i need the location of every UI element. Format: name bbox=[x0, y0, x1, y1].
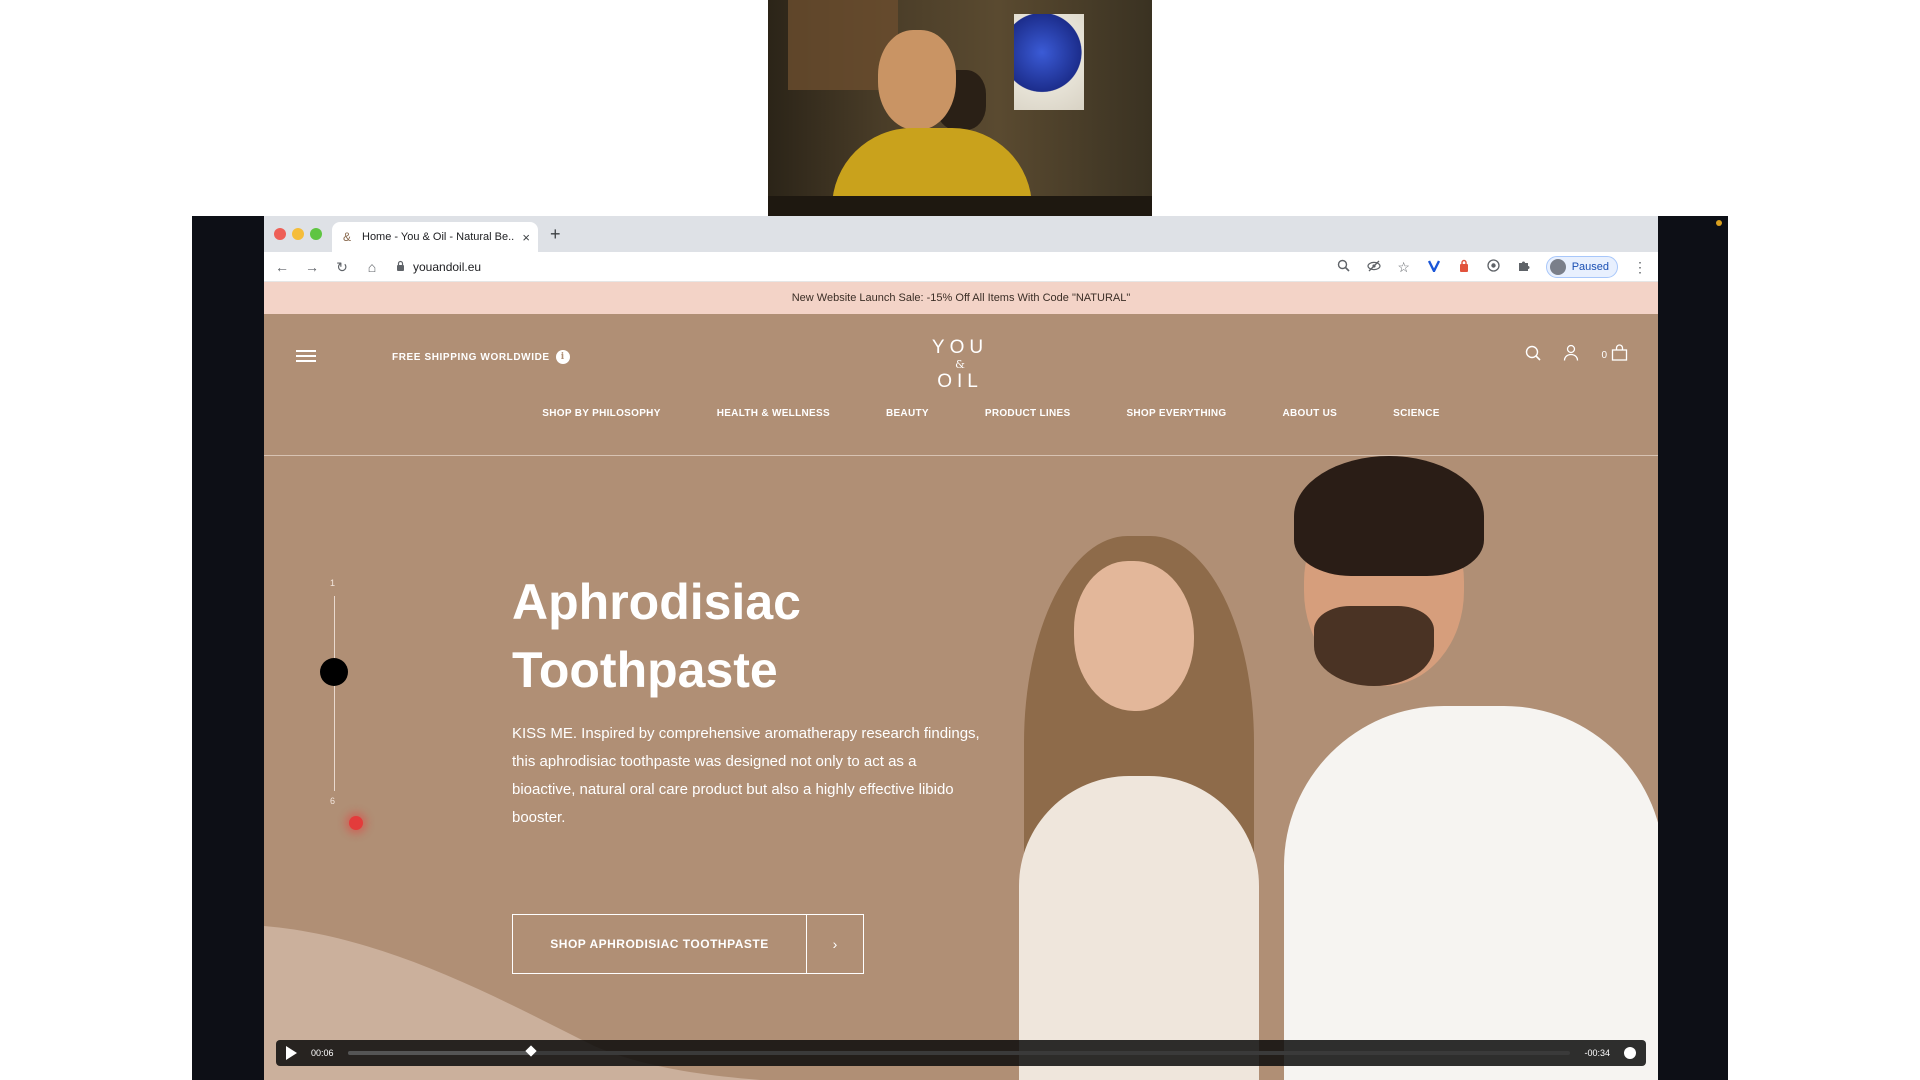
pointer-highlight-dot bbox=[349, 816, 363, 830]
frame-indicator-dot bbox=[1716, 220, 1722, 226]
video-progress-fill bbox=[347, 1051, 531, 1055]
promo-banner[interactable]: New Website Launch Sale: -15% Off All It… bbox=[264, 282, 1658, 314]
main-navigation: SHOP BY PHILOSOPHY HEALTH & WELLNESS BEA… bbox=[264, 406, 1658, 456]
webcam-desk bbox=[768, 196, 1152, 216]
site-logo[interactable]: YOU & OIL bbox=[904, 338, 1016, 392]
browser-tab-active[interactable]: & Home - You & Oil - Natural Be... × bbox=[332, 222, 538, 252]
free-shipping-label: FREE SHIPPING WORLDWIDE bbox=[392, 351, 550, 363]
site-header: FREE SHIPPING WORLDWIDE i YOU & OIL 0 bbox=[264, 314, 1658, 406]
tab-close-icon[interactable]: × bbox=[522, 230, 530, 245]
play-icon[interactable] bbox=[286, 1046, 297, 1060]
hero-woman-face bbox=[1074, 561, 1194, 711]
forward-arrow-icon[interactable]: → bbox=[304, 259, 320, 275]
window-maximize-button[interactable] bbox=[310, 228, 322, 240]
browser-menu-icon[interactable]: ⋮ bbox=[1632, 259, 1648, 275]
video-player-frame: & Home - You & Oil - Natural Be... × + ←… bbox=[192, 216, 1728, 1080]
nav-item-about-us[interactable]: ABOUT US bbox=[1283, 406, 1338, 422]
back-arrow-icon[interactable]: ← bbox=[274, 259, 290, 275]
shop-toothpaste-button[interactable]: SHOP APHRODISIAC TOOTHPASTE › bbox=[512, 914, 864, 974]
cart-button[interactable]: 0 bbox=[1601, 344, 1628, 366]
webcam-feed bbox=[768, 0, 1152, 216]
hero-man-hair bbox=[1294, 456, 1484, 576]
hero-section: 1 6 Aphrodisiac Toothpaste KISS ME. Insp… bbox=[264, 456, 1658, 1080]
profile-status-label: Paused bbox=[1571, 260, 1609, 273]
nav-item-shop-by-philosophy[interactable]: SHOP BY PHILOSOPHY bbox=[542, 406, 660, 422]
browser-tab-strip: & Home - You & Oil - Natural Be... × + bbox=[264, 216, 1658, 252]
lock-icon bbox=[396, 260, 405, 274]
logo-ampersand: & bbox=[955, 358, 965, 371]
address-bar-url: youandoil.eu bbox=[413, 259, 482, 274]
home-icon[interactable]: ⌂ bbox=[364, 259, 380, 275]
tab-title: Home - You & Oil - Natural Be... bbox=[362, 231, 515, 243]
slide-index-first: 1 bbox=[330, 578, 336, 588]
zoom-icon[interactable] bbox=[1336, 259, 1352, 275]
chevron-right-icon[interactable]: › bbox=[807, 915, 863, 973]
website-page: New Website Launch Sale: -15% Off All It… bbox=[264, 282, 1658, 1080]
header-icons: 0 bbox=[1525, 344, 1628, 366]
new-tab-button[interactable]: + bbox=[550, 224, 561, 245]
video-controls-bar: 00:06 -00:34 bbox=[276, 1040, 1646, 1066]
hero-man-shirt bbox=[1284, 706, 1658, 1080]
logo-word-you: YOU bbox=[931, 337, 989, 358]
webcam-person-head bbox=[878, 30, 956, 130]
video-progress-bar[interactable] bbox=[347, 1045, 1571, 1057]
shop-toothpaste-label: SHOP APHRODISIAC TOOTHPASTE bbox=[513, 915, 807, 973]
search-icon[interactable] bbox=[1525, 345, 1542, 366]
extension-lock-icon[interactable] bbox=[1456, 259, 1472, 275]
nav-item-health-wellness[interactable]: HEALTH & WELLNESS bbox=[717, 406, 830, 422]
reload-icon[interactable]: ↻ bbox=[334, 259, 350, 275]
profile-avatar bbox=[1549, 258, 1566, 275]
window-minimize-button[interactable] bbox=[292, 228, 304, 240]
eye-slash-icon[interactable] bbox=[1366, 259, 1382, 275]
elapsed-time: 00:06 bbox=[311, 1048, 334, 1058]
profile-paused-button[interactable]: Paused bbox=[1545, 255, 1618, 278]
extension-v-icon[interactable] bbox=[1426, 259, 1442, 275]
info-icon[interactable]: i bbox=[555, 350, 570, 364]
volume-knob[interactable] bbox=[1624, 1047, 1636, 1059]
shopping-bag-icon bbox=[1611, 344, 1628, 366]
remaining-time: -00:34 bbox=[1584, 1048, 1610, 1058]
menu-hamburger-icon[interactable] bbox=[296, 350, 316, 362]
browser-window: & Home - You & Oil - Natural Be... × + ←… bbox=[264, 216, 1658, 1080]
slide-progress-knob[interactable] bbox=[320, 658, 348, 686]
hero-description: KISS ME. Inspired by comprehensive aroma… bbox=[512, 725, 980, 826]
cart-count: 0 bbox=[1601, 349, 1607, 361]
browser-toolbar: ← → ↻ ⌂ youandoil.eu ☆ Paused ⋮ bbox=[264, 252, 1658, 282]
hero-couple-image bbox=[924, 456, 1658, 1080]
address-bar[interactable]: youandoil.eu bbox=[394, 255, 1322, 279]
hero-title: Aphrodisiac Toothpaste bbox=[512, 574, 801, 698]
bookmark-star-icon[interactable]: ☆ bbox=[1396, 259, 1412, 275]
nav-item-shop-everything[interactable]: SHOP EVERYTHING bbox=[1126, 406, 1226, 422]
logo-word-oil: OIL bbox=[937, 371, 983, 392]
extension-globe-icon[interactable] bbox=[1486, 258, 1502, 275]
site-favicon-icon: & bbox=[342, 230, 351, 244]
free-shipping-notice[interactable]: FREE SHIPPING WORLDWIDE i bbox=[392, 350, 570, 364]
extensions-puzzle-icon[interactable] bbox=[1516, 259, 1532, 275]
account-icon[interactable] bbox=[1563, 344, 1579, 366]
webcam-wall-art bbox=[1014, 14, 1084, 110]
hero-man-beard bbox=[1314, 606, 1434, 686]
slide-progress-track[interactable] bbox=[334, 596, 335, 791]
nav-item-science[interactable]: SCIENCE bbox=[1393, 406, 1440, 422]
window-close-button[interactable] bbox=[274, 228, 286, 240]
nav-item-beauty[interactable]: BEAUTY bbox=[886, 406, 929, 422]
hero-woman-top bbox=[1019, 776, 1259, 1080]
slide-index-last: 6 bbox=[330, 796, 336, 806]
nav-item-product-lines[interactable]: PRODUCT LINES bbox=[985, 406, 1071, 422]
